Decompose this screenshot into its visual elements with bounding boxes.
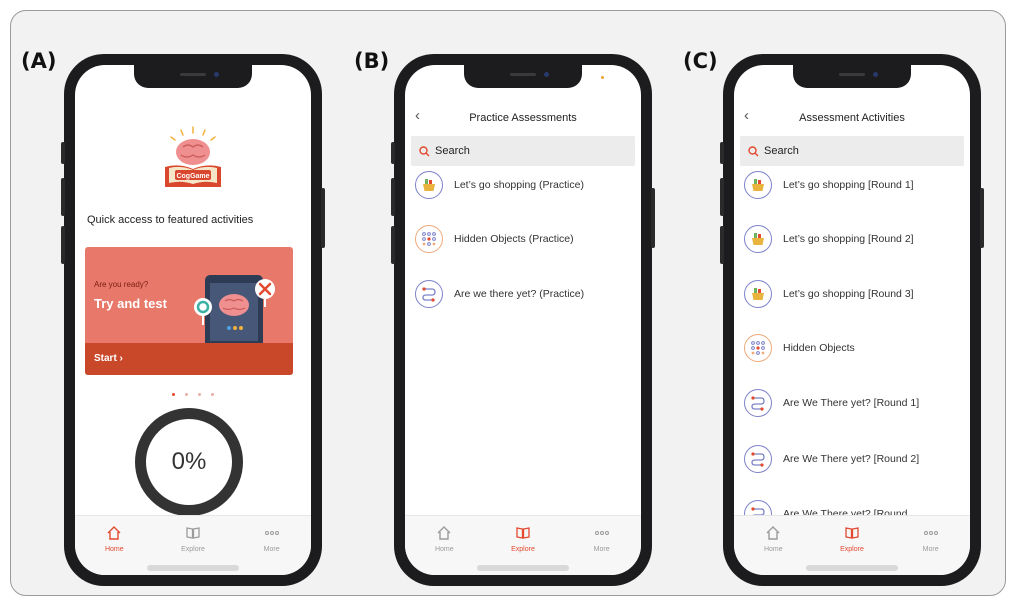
shopping-basket-icon — [744, 225, 772, 253]
search-input[interactable]: Search — [740, 136, 964, 166]
practice-screen: ‹ Practice Assessments Search Let’s go s… — [405, 65, 641, 575]
book-icon — [515, 524, 531, 542]
list-item[interactable]: Hidden Objects — [744, 331, 962, 365]
more-icon — [594, 524, 610, 542]
phone-home: CogGame Quick access to featured activit… — [61, 54, 325, 586]
tab-home[interactable]: Home — [79, 524, 149, 575]
tab-more[interactable]: More — [237, 524, 307, 575]
banner-title: Try and test — [94, 296, 167, 311]
featured-intro: Quick access to featured activities — [87, 214, 254, 226]
list-item[interactable]: Let’s go shopping [Round 3] — [744, 277, 962, 311]
route-map-icon — [744, 445, 772, 473]
phone-practice: ‹ Practice Assessments Search Let’s go s… — [391, 54, 655, 586]
featured-banner[interactable]: Are you ready? Try and test Start › — [85, 247, 293, 375]
assessment-screen: ‹ Assessment Activities Search Let’s go … — [734, 65, 970, 575]
list-item[interactable]: Let’s go shopping (Practice) — [415, 168, 633, 202]
phone-assessments: ‹ Assessment Activities Search Let’s go … — [720, 54, 984, 586]
more-icon — [264, 524, 280, 542]
carousel-dots[interactable] — [75, 393, 311, 396]
hidden-objects-icon — [415, 225, 443, 253]
carousel-dot[interactable] — [211, 393, 214, 396]
search-icon — [748, 145, 759, 156]
progress-value: 0% — [171, 448, 207, 475]
page-title: Assessment Activities — [799, 112, 905, 124]
shopping-basket-icon — [744, 171, 772, 199]
carousel-dot[interactable] — [198, 393, 201, 396]
list-item[interactable]: Are We There yet? [Round 2] — [744, 442, 962, 476]
home-icon — [436, 524, 452, 542]
home-screen: CogGame Quick access to featured activit… — [75, 65, 311, 575]
search-input[interactable]: Search — [411, 136, 635, 166]
tab-home[interactable]: Home — [409, 524, 479, 575]
logo-text: CogGame — [176, 173, 209, 180]
list-item[interactable]: Hidden Objects (Practice) — [415, 222, 633, 256]
home-icon — [765, 524, 781, 542]
list-item[interactable]: Let’s go shopping [Round 2] — [744, 222, 962, 256]
coggame-logo: CogGame — [153, 125, 233, 197]
banner-subtitle: Are you ready? — [94, 280, 149, 289]
hidden-objects-icon — [744, 334, 772, 362]
tab-more[interactable]: More — [896, 524, 966, 575]
figure-frame: (A) (B) (C) CogGame Quick access to feat… — [10, 10, 1006, 596]
home-icon — [106, 524, 122, 542]
route-map-icon — [744, 389, 772, 417]
tab-more[interactable]: More — [567, 524, 637, 575]
home-indicator — [477, 565, 569, 571]
carousel-dot[interactable] — [172, 393, 175, 396]
route-map-icon — [415, 280, 443, 308]
list-item[interactable]: Are We There yet? [Round 1] — [744, 386, 962, 420]
start-button[interactable]: Start › — [94, 353, 123, 364]
list-item[interactable]: Are we there yet? (Practice) — [415, 277, 633, 311]
book-icon — [844, 524, 860, 542]
panel-label-a: (A) — [21, 49, 57, 73]
search-icon — [419, 145, 430, 156]
book-icon — [185, 524, 201, 542]
home-indicator — [147, 565, 239, 571]
page-title: Practice Assessments — [469, 112, 577, 124]
home-indicator — [806, 565, 898, 571]
shopping-basket-icon — [415, 171, 443, 199]
shopping-basket-icon — [744, 280, 772, 308]
list-item[interactable]: Let’s go shopping [Round 1] — [744, 168, 962, 202]
carousel-dot[interactable] — [185, 393, 188, 396]
tab-home[interactable]: Home — [738, 524, 808, 575]
panel-label-c: (C) — [683, 49, 718, 73]
panel-label-b: (B) — [354, 49, 390, 73]
more-icon — [923, 524, 939, 542]
progress-ring: 0% — [135, 408, 243, 516]
